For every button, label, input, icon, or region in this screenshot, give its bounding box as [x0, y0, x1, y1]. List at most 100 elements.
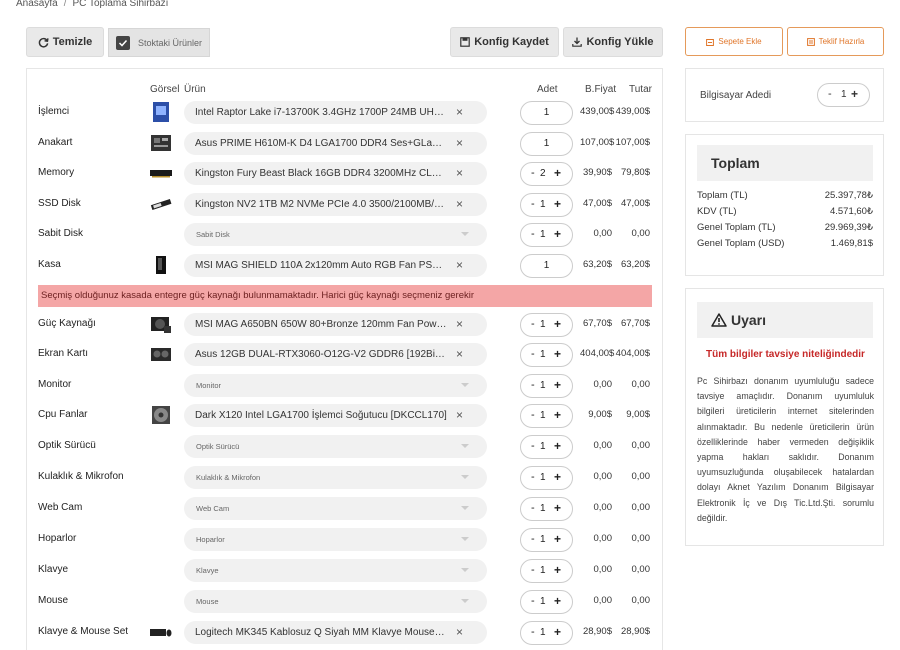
clear-selection-icon[interactable]: ×: [456, 193, 463, 216]
product-select[interactable]: Klavye: [184, 559, 487, 582]
quantity-value: 1: [540, 565, 546, 576]
plus-icon[interactable]: +: [554, 408, 561, 422]
quantity-stepper[interactable]: -1 +: [520, 559, 573, 583]
category-label: Sabit Disk: [38, 228, 84, 239]
load-config-button[interactable]: Konfig Yükle: [563, 27, 663, 57]
product-select[interactable]: MSI MAG SHIELD 110A 2x120mm Auto RGB Fan…: [184, 254, 487, 277]
clear-selection-icon[interactable]: ×: [456, 101, 463, 124]
quantity-input[interactable]: 1: [520, 101, 573, 125]
product-select[interactable]: Mouse: [184, 590, 487, 613]
product-select[interactable]: Hoparlor: [184, 528, 487, 551]
product-select[interactable]: Monitor: [184, 374, 487, 397]
product-select[interactable]: Kulaklık & Mikrofon: [184, 466, 487, 489]
plus-icon[interactable]: +: [554, 317, 561, 331]
quantity-stepper[interactable]: -1 +: [520, 497, 573, 521]
minus-icon[interactable]: -: [531, 471, 535, 483]
product-select[interactable]: Sabit Disk: [184, 223, 487, 246]
line-total: 9,00$: [626, 409, 650, 420]
plus-icon[interactable]: +: [554, 470, 561, 484]
clear-selection-icon[interactable]: ×: [456, 343, 463, 366]
minus-icon[interactable]: -: [531, 348, 535, 360]
minus-icon[interactable]: -: [531, 564, 535, 576]
clear-selection-icon[interactable]: ×: [456, 162, 463, 185]
quantity-stepper[interactable]: -1 +: [520, 313, 573, 337]
minus-icon[interactable]: -: [531, 318, 535, 330]
product-select[interactable]: Dark X120 Intel LGA1700 İşlemci Soğutucu…: [184, 404, 487, 427]
quantity-stepper[interactable]: -1 +: [520, 435, 573, 459]
product-select[interactable]: Kingston Fury Beast Black 16GB DDR4 3200…: [184, 162, 487, 185]
plus-icon[interactable]: +: [554, 197, 561, 211]
minus-icon[interactable]: -: [531, 595, 535, 607]
stock-filter-toggle[interactable]: Stoktaki Ürünler: [108, 28, 210, 57]
clear-selection-icon[interactable]: ×: [456, 621, 463, 644]
product-select[interactable]: Optik Sürücü: [184, 435, 487, 458]
minus-icon[interactable]: -: [531, 626, 535, 638]
table-row: Mouse Mouse -1 +0,00 0,00: [26, 587, 663, 617]
minus-icon[interactable]: -: [531, 198, 535, 210]
unit-price: 0,00: [593, 379, 613, 390]
plus-icon[interactable]: +: [554, 563, 561, 577]
save-config-button[interactable]: Konfig Kaydet: [450, 27, 559, 57]
minus-icon[interactable]: -: [531, 379, 535, 391]
pc-count-label: Bilgisayar Adedi: [700, 90, 772, 101]
quantity-stepper[interactable]: -1 +: [520, 193, 573, 217]
product-select[interactable]: Web Cam: [184, 497, 487, 520]
quantity-stepper[interactable]: -1 +: [520, 343, 573, 367]
quantity-stepper[interactable]: -1 +: [520, 223, 573, 247]
minus-icon[interactable]: -: [531, 440, 535, 452]
add-to-cart-button[interactable]: Sepete Ekle: [685, 27, 783, 56]
line-total: 0,00: [631, 564, 651, 575]
breadcrumb-home[interactable]: Anasayfa: [16, 0, 58, 9]
plus-icon[interactable]: +: [554, 501, 561, 515]
quantity-stepper[interactable]: -1 +: [520, 466, 573, 490]
clear-selection-icon[interactable]: ×: [456, 404, 463, 427]
quantity-value: 1: [543, 260, 550, 271]
product-select[interactable]: Kingston NV2 1TB M2 NVMe PCIe 4.0 3500/2…: [184, 193, 487, 216]
plus-icon[interactable]: +: [554, 532, 561, 546]
quantity-stepper[interactable]: -1 +: [520, 528, 573, 552]
quantity-stepper[interactable]: -1 +: [520, 374, 573, 398]
minus-icon[interactable]: -: [531, 502, 535, 514]
chevron-down-icon: [461, 506, 469, 510]
minus-icon[interactable]: -: [531, 228, 535, 240]
product-name: Intel Raptor Lake i7-13700K 3.4GHz 1700P…: [195, 107, 447, 118]
checkbox-checked-icon[interactable]: [116, 35, 130, 50]
category-label: İşlemci: [38, 106, 70, 117]
pc-count-box: Bilgisayar Adedi - 1 +: [685, 68, 884, 122]
plus-icon[interactable]: +: [554, 439, 561, 453]
line-total: 63,20$: [620, 259, 650, 270]
chevron-down-icon: [461, 444, 469, 448]
clear-selection-icon[interactable]: ×: [456, 313, 463, 336]
product-select[interactable]: Intel Raptor Lake i7-13700K 3.4GHz 1700P…: [184, 101, 487, 124]
quantity-stepper[interactable]: -1 +: [520, 590, 573, 614]
quantity-stepper[interactable]: -2 +: [520, 162, 573, 186]
quantity-stepper[interactable]: -1 +: [520, 404, 573, 428]
plus-icon[interactable]: +: [554, 378, 561, 392]
category-label: Klavye & Mouse Set: [38, 626, 129, 637]
product-select[interactable]: Asus PRIME H610M-K D4 LGA1700 DDR4 Ses+G…: [184, 132, 487, 155]
minus-icon[interactable]: -: [828, 88, 832, 100]
quantity-stepper[interactable]: -1 +: [520, 621, 573, 645]
quantity-input[interactable]: 1: [520, 254, 573, 278]
product-select[interactable]: MSI MAG A650BN 650W 80+Bronze 120mm Fan …: [184, 313, 487, 336]
pc-count-stepper[interactable]: - 1 +: [817, 83, 870, 107]
plus-icon[interactable]: +: [554, 625, 561, 639]
line-total: 0,00: [631, 440, 651, 451]
clear-selection-icon[interactable]: ×: [456, 132, 463, 155]
product-select[interactable]: Logitech MK345 Kablosuz Q Siyah MM Klavy…: [184, 621, 487, 644]
plus-icon[interactable]: +: [851, 87, 858, 101]
plus-icon[interactable]: +: [554, 594, 561, 608]
plus-icon[interactable]: +: [554, 347, 561, 361]
minus-icon[interactable]: -: [531, 167, 535, 179]
quantity-input[interactable]: 1: [520, 132, 573, 156]
minus-icon[interactable]: -: [531, 533, 535, 545]
prepare-quote-button[interactable]: Teklif Hazırla: [787, 27, 884, 56]
product-name: Asus PRIME H610M-K D4 LGA1700 DDR4 Ses+G…: [195, 138, 447, 149]
minus-icon[interactable]: -: [531, 409, 535, 421]
product-select[interactable]: Asus 12GB DUAL-RTX3060-O12G-V2 GDDR6 [19…: [184, 343, 487, 366]
plus-icon[interactable]: +: [554, 227, 561, 241]
plus-icon[interactable]: +: [554, 166, 561, 180]
clear-selection-icon[interactable]: ×: [456, 254, 463, 277]
clear-button[interactable]: Temizle: [26, 27, 104, 57]
header-image: Görsel: [150, 84, 180, 95]
